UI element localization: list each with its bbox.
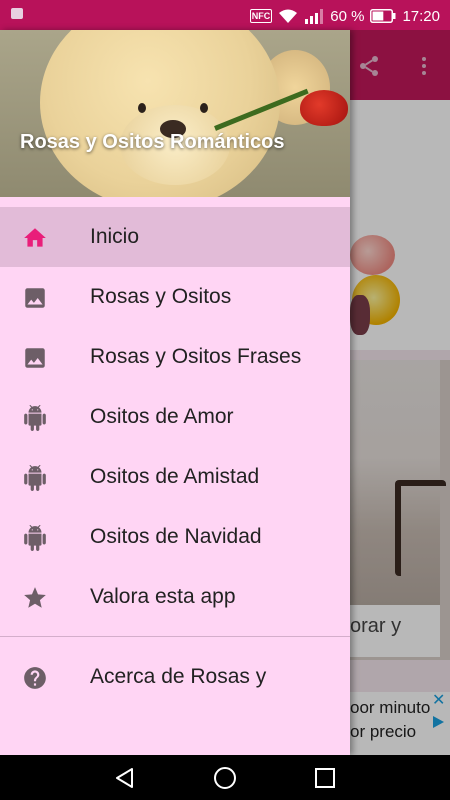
recents-icon[interactable]	[313, 766, 337, 790]
menu-item-ositos-de-amistad[interactable]: Ositos de Amistad	[0, 447, 350, 507]
android-icon	[24, 525, 46, 551]
rose-image	[300, 90, 348, 126]
nfc-icon: NFC	[249, 9, 273, 23]
menu-item-label: Acerca de Rosas y	[90, 665, 267, 688]
drawer-scrim[interactable]	[350, 30, 450, 755]
menu-item-acerca-de[interactable]: Acerca de Rosas y	[0, 647, 350, 707]
home-circle-icon[interactable]	[213, 766, 237, 790]
menu-item-label: Valora esta app	[90, 585, 236, 608]
menu-divider	[0, 636, 350, 637]
menu-item-inicio[interactable]: Inicio	[0, 207, 350, 267]
clock: 17:20	[402, 7, 440, 25]
star-icon	[24, 587, 46, 608]
menu-item-label: Rosas y Ositos Frases	[90, 345, 302, 368]
status-bar: NFC 60 % 17:20	[0, 0, 450, 30]
navigation-drawer: Rosas y Ositos Románticos Inicio Rosas y…	[0, 30, 350, 755]
menu-item-rosas-y-ositos[interactable]: Rosas y Ositos	[0, 267, 350, 327]
system-nav-bar	[0, 755, 450, 800]
menu-item-label: Inicio	[90, 225, 140, 248]
back-icon[interactable]	[113, 766, 137, 790]
battery-icon	[370, 9, 396, 23]
signal-icon	[305, 9, 324, 24]
image-icon	[25, 288, 45, 308]
image-icon	[25, 348, 45, 368]
drawer-header: Rosas y Ositos Románticos	[0, 30, 350, 197]
app-notification-icon	[11, 8, 23, 19]
menu-item-rosas-y-ositos-frases[interactable]: Rosas y Ositos Frases	[0, 327, 350, 387]
android-icon	[24, 405, 46, 431]
wifi-icon	[279, 9, 298, 23]
drawer-title: Rosas y Ositos Románticos	[20, 131, 285, 153]
menu-item-label: Ositos de Amistad	[90, 465, 260, 488]
drawer-menu: Inicio Rosas y Ositos Rosas y Ositos Fra…	[0, 207, 350, 707]
android-icon	[24, 465, 46, 491]
menu-item-label: Rosas y Ositos	[90, 285, 232, 308]
help-icon	[24, 667, 46, 689]
menu-item-label: Ositos de Amor	[90, 405, 234, 428]
menu-item-valora-esta-app[interactable]: Valora esta app	[0, 567, 350, 627]
menu-item-label: Ositos de Navidad	[90, 525, 262, 548]
menu-item-ositos-de-amor[interactable]: Ositos de Amor	[0, 387, 350, 447]
menu-item-ositos-de-navidad[interactable]: Ositos de Navidad	[0, 507, 350, 567]
battery-percent: 60 %	[330, 7, 365, 25]
home-icon	[24, 228, 46, 247]
